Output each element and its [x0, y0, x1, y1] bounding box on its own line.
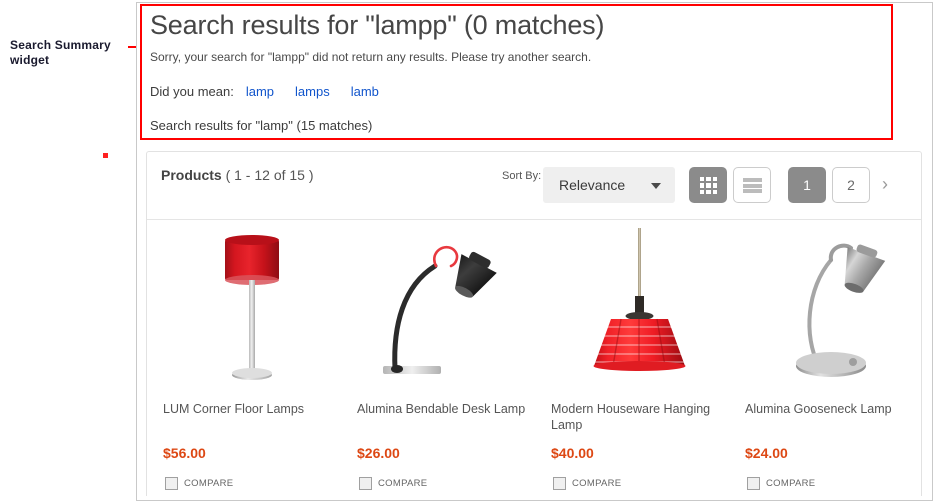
- product-price: $40.00: [551, 445, 594, 461]
- product-name[interactable]: Alumina Bendable Desk Lamp: [357, 401, 535, 433]
- product-card[interactable]: LUM Corner Floor Lamps $56.00 COMPARE: [155, 220, 349, 490]
- compare-label: COMPARE: [184, 478, 234, 489]
- annotation-dot-marker: [103, 153, 108, 158]
- fallback-results-text: Search results for "lamp" (15 matches): [150, 118, 373, 133]
- products-toolbar: Products ( 1 - 12 of 15 ) Sort By: Relev…: [147, 152, 921, 220]
- product-image-black-desk-lamp[interactable]: [357, 226, 535, 391]
- compare-checkbox[interactable]: [553, 477, 566, 490]
- product-image-red-floor-lamp[interactable]: [163, 226, 341, 391]
- suggestion-link-lamp[interactable]: lamp: [246, 84, 274, 99]
- products-count: ( 1 - 12 of 15 ): [225, 167, 314, 183]
- compare-checkbox[interactable]: [359, 477, 372, 490]
- no-results-message: Sorry, your search for "lampp" did not r…: [150, 50, 592, 64]
- compare-row[interactable]: COMPARE: [745, 477, 923, 490]
- products-label: Products: [161, 167, 222, 183]
- search-summary-widget: Search results for "lampp" (0 matches) S…: [150, 8, 890, 133]
- product-name[interactable]: Alumina Gooseneck Lamp: [745, 401, 923, 433]
- compare-row[interactable]: COMPARE: [163, 477, 341, 490]
- compare-label: COMPARE: [378, 478, 428, 489]
- did-you-mean-row: Did you mean: lamp lamps lamb: [150, 84, 890, 99]
- search-results-screenshot: Search Summary widget Search results for…: [0, 0, 935, 503]
- compare-label: COMPARE: [766, 478, 816, 489]
- black-desk-lamp-icon: [383, 245, 497, 374]
- pagination-page-2[interactable]: 2: [832, 167, 870, 203]
- compare-checkbox[interactable]: [165, 477, 178, 490]
- product-image-silver-gooseneck-lamp[interactable]: [745, 226, 923, 391]
- silver-gooseneck-lamp-icon: [796, 243, 886, 377]
- chevron-down-icon: [651, 183, 661, 189]
- red-floor-lamp-icon: [225, 235, 279, 380]
- grid-view-icon: [700, 177, 717, 194]
- did-you-mean-label: Did you mean:: [150, 84, 234, 99]
- sort-by-label: Sort By:: [502, 170, 542, 182]
- sort-by-select[interactable]: Relevance: [543, 167, 675, 203]
- annotation-label: Search Summary widget: [10, 38, 111, 67]
- products-panel: Products ( 1 - 12 of 15 ) Sort By: Relev…: [146, 151, 922, 496]
- sort-by-selected-value: Relevance: [559, 177, 626, 193]
- product-name[interactable]: Modern Houseware Hanging Lamp: [551, 401, 729, 433]
- list-view-button[interactable]: [733, 167, 771, 203]
- product-card[interactable]: Modern Houseware Hanging Lamp $40.00 COM…: [543, 220, 737, 490]
- pagination-page-1[interactable]: 1: [788, 167, 826, 203]
- product-image-red-pendant-lamp[interactable]: [551, 226, 729, 391]
- product-price: $26.00: [357, 445, 400, 461]
- product-card[interactable]: Alumina Bendable Desk Lamp $26.00 COMPAR…: [349, 220, 543, 490]
- list-view-icon: [743, 178, 762, 193]
- suggestion-link-lamb[interactable]: lamb: [351, 84, 379, 99]
- compare-label: COMPARE: [572, 478, 622, 489]
- product-price: $24.00: [745, 445, 788, 461]
- product-name[interactable]: LUM Corner Floor Lamps: [163, 401, 341, 433]
- products-heading: Products ( 1 - 12 of 15 ): [161, 167, 314, 183]
- red-pendant-lamp-icon: [593, 228, 686, 371]
- compare-row[interactable]: COMPARE: [551, 477, 729, 490]
- compare-checkbox[interactable]: [747, 477, 760, 490]
- product-card[interactable]: Alumina Gooseneck Lamp $24.00 COMPARE: [737, 220, 931, 490]
- page-title: Search results for "lampp" (0 matches): [150, 10, 605, 40]
- compare-row[interactable]: COMPARE: [357, 477, 535, 490]
- grid-view-button[interactable]: [689, 167, 727, 203]
- product-price: $56.00: [163, 445, 206, 461]
- product-grid: LUM Corner Floor Lamps $56.00 COMPARE Al…: [147, 220, 921, 490]
- pagination-next-icon[interactable]: ›: [882, 174, 888, 194]
- suggestion-link-lamps[interactable]: lamps: [295, 84, 330, 99]
